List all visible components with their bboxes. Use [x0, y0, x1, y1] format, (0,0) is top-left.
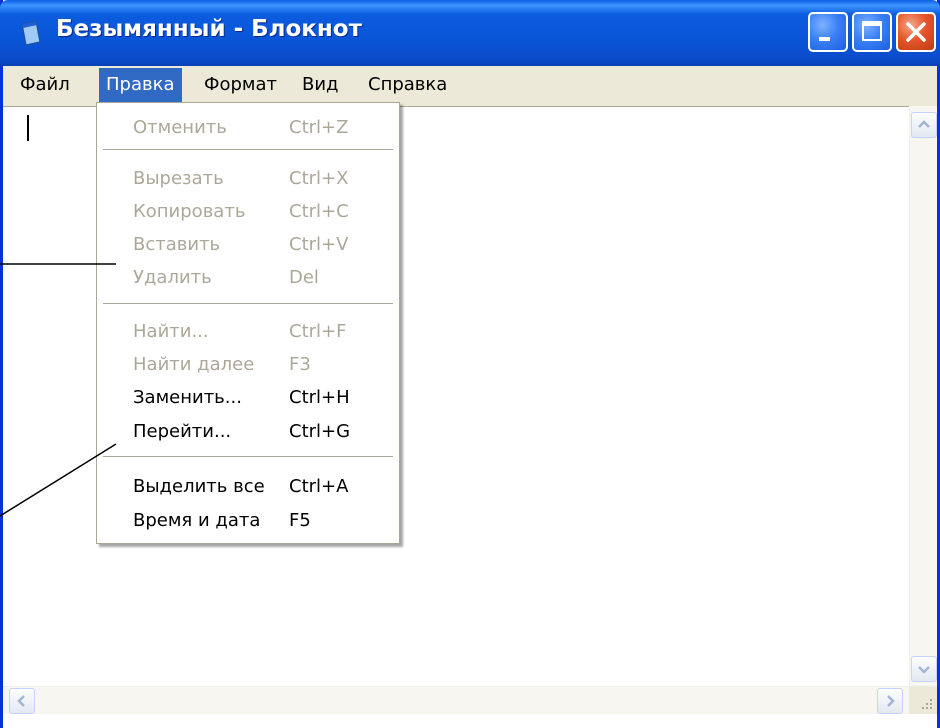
close-button[interactable] [896, 12, 936, 52]
menu-item-select-all[interactable]: Выделить все Ctrl+A [97, 470, 399, 503]
menu-separator [103, 149, 393, 151]
menu-file[interactable]: Файл [13, 68, 77, 102]
menu-item-copy[interactable]: Копировать Ctrl+C [97, 195, 399, 228]
menu-item-undo[interactable]: Отменить Ctrl+Z [97, 111, 399, 144]
menu-item-shortcut: Ctrl+X [289, 168, 349, 189]
menu-item-label: Заменить... [133, 387, 242, 408]
menu-item-label: Вырезать [133, 168, 224, 189]
menu-edit[interactable]: Правка [99, 68, 182, 102]
menu-item-label: Перейти... [133, 421, 232, 442]
notepad-icon [21, 20, 41, 46]
minimize-icon [819, 37, 830, 41]
arrow-right-icon [887, 695, 895, 707]
menu-item-time-date[interactable]: Время и дата F5 [97, 504, 399, 537]
menu-item-label: Удалить [133, 267, 212, 288]
menu-item-shortcut: Ctrl+H [289, 387, 350, 408]
vertical-scrollbar[interactable] [909, 106, 937, 686]
arrow-left-icon [17, 695, 25, 707]
menu-format[interactable]: Формат [197, 68, 284, 102]
menu-item-cut[interactable]: Вырезать Ctrl+X [97, 162, 399, 195]
menu-item-paste[interactable]: Вставить Ctrl+V [97, 228, 399, 261]
close-icon [906, 22, 926, 42]
menu-item-find-next[interactable]: Найти далее F3 [97, 348, 399, 381]
arrow-down-icon [918, 666, 930, 674]
title-bar[interactable]: Безымянный - Блокнот [0, 0, 940, 66]
window-title: Безымянный - Блокнот [56, 16, 362, 42]
menu-item-label: Вставить [133, 234, 221, 255]
scroll-up-button[interactable] [911, 112, 937, 138]
menu-separator [103, 456, 393, 458]
menu-item-go-to[interactable]: Перейти... Ctrl+G [97, 415, 399, 448]
menu-item-shortcut: F3 [289, 354, 311, 375]
menu-item-label: Копировать [133, 201, 246, 222]
menu-separator [103, 303, 393, 305]
menu-bar: Файл Правка Формат Вид Справка [3, 66, 937, 106]
minimize-button[interactable] [808, 12, 848, 52]
menu-item-shortcut: Ctrl+V [289, 234, 349, 255]
menu-item-label: Найти... [133, 321, 209, 342]
maximize-button[interactable] [852, 12, 892, 52]
menu-item-replace[interactable]: Заменить... Ctrl+H [97, 381, 399, 414]
menu-item-shortcut: F5 [289, 510, 311, 531]
menu-item-label: Отменить [133, 117, 227, 138]
maximize-icon [862, 21, 882, 41]
text-caret [27, 115, 29, 141]
menu-item-shortcut: Ctrl+A [289, 476, 349, 497]
menu-item-shortcut: Ctrl+G [289, 421, 351, 442]
horizontal-scrollbar[interactable] [3, 686, 909, 714]
menu-item-label: Найти далее [133, 354, 255, 375]
menu-item-label: Выделить все [133, 476, 265, 497]
menu-item-delete[interactable]: Удалить Del [97, 261, 399, 294]
menu-help[interactable]: Справка [361, 68, 454, 102]
menu-item-find[interactable]: Найти... Ctrl+F [97, 315, 399, 348]
resize-grip-icon [922, 699, 932, 709]
scroll-right-button[interactable] [877, 688, 903, 714]
menu-item-shortcut: Del [289, 267, 319, 288]
menu-item-shortcut: Ctrl+C [289, 201, 349, 222]
arrow-up-icon [918, 120, 930, 128]
menu-item-label: Время и дата [133, 510, 261, 531]
scroll-down-button[interactable] [911, 656, 937, 682]
resize-grip[interactable] [909, 686, 937, 714]
menu-view[interactable]: Вид [295, 68, 346, 102]
edit-menu-dropdown: Отменить Ctrl+Z Вырезать Ctrl+X Копирова… [96, 102, 400, 544]
scroll-left-button[interactable] [9, 688, 35, 714]
menu-item-shortcut: Ctrl+F [289, 321, 347, 342]
menu-item-shortcut: Ctrl+Z [289, 117, 349, 138]
